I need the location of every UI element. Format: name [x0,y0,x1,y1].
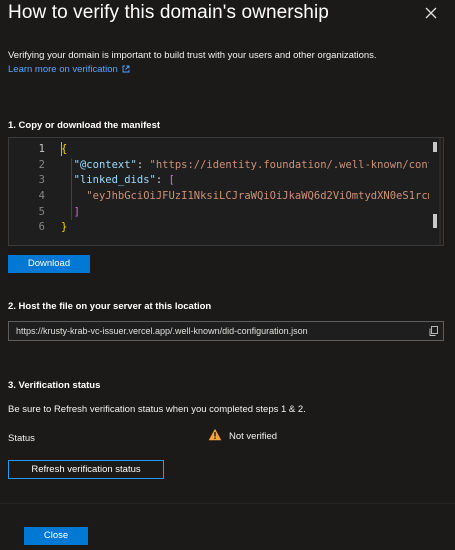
line-number-gutter: 1 2 3 4 5 6 [9,142,51,236]
scrollbar-marker-top [433,142,437,152]
close-icon[interactable] [422,4,440,22]
download-button[interactable]: Download [8,255,90,273]
external-link-icon [122,65,130,76]
code-line: "linked_dids": [ [73,174,175,187]
intro-text: Verifying your domain is important to bu… [8,50,377,61]
status-value: Not verified [229,431,278,442]
step3-heading: 3. Verification status [8,380,101,391]
line-number: 3 [38,174,45,187]
refresh-instructions: Be sure to Refresh verification status w… [8,404,306,415]
code-close-brace: } [61,221,68,234]
warning-icon [208,428,222,441]
footer-divider [0,503,455,504]
code-line: { [61,142,429,158]
copy-icon[interactable] [428,324,440,336]
code-line: "@context": "https://identity.foundation… [61,158,429,174]
code-context-value: "https://identity.foundation/.well-known… [149,158,429,171]
manifest-code-editor[interactable]: 1 2 3 4 5 6 { "@context": "https://ident… [8,137,444,246]
step1-heading: 1. Copy or download the manifest [8,120,161,131]
panel-title: How to verify this domain's ownership [8,2,329,23]
status-label: Status [8,433,35,444]
line-number: 2 [38,158,45,171]
code-line: "eyJhbGciOiJFUzI1NksiLCJraWQiOiJkaWQ6d2V… [61,189,429,205]
code-linked-key: "linked_dids" [73,174,156,187]
line-number: 6 [38,221,45,234]
learn-more-label[interactable]: Learn more on verification [8,64,118,75]
verification-panel: How to verify this domain's ownership Ve… [0,0,455,550]
code-line: } [61,220,429,236]
code-line: ] [61,205,429,221]
editor-vertical-scrollbar[interactable] [433,138,443,245]
text-cursor [61,142,62,156]
close-button[interactable]: Close [24,527,88,545]
code-close-bracket: ] [73,205,80,218]
code-content[interactable]: { "@context": "https://identity.foundati… [61,142,429,236]
line-number: 4 [38,190,45,203]
learn-more-link[interactable]: Learn more on verification [8,64,130,76]
line-number: 1 [38,143,45,155]
code-jwt-value: "eyJhbGciOiJFUzI1NksiLCJraWQiOiJkaWQ6d2V… [86,190,429,203]
step2-heading: 2. Host the file on your server at this … [8,301,212,312]
code-context-key: "@context" [73,158,137,171]
scrollbar-track [439,138,441,245]
manifest-url-field[interactable]: https://krusty-krab-vc-issuer.vercel.app… [8,321,444,341]
line-number: 5 [38,205,45,218]
refresh-status-button[interactable]: Refresh verification status [8,460,164,479]
scrollbar-marker-bottom [433,214,437,228]
